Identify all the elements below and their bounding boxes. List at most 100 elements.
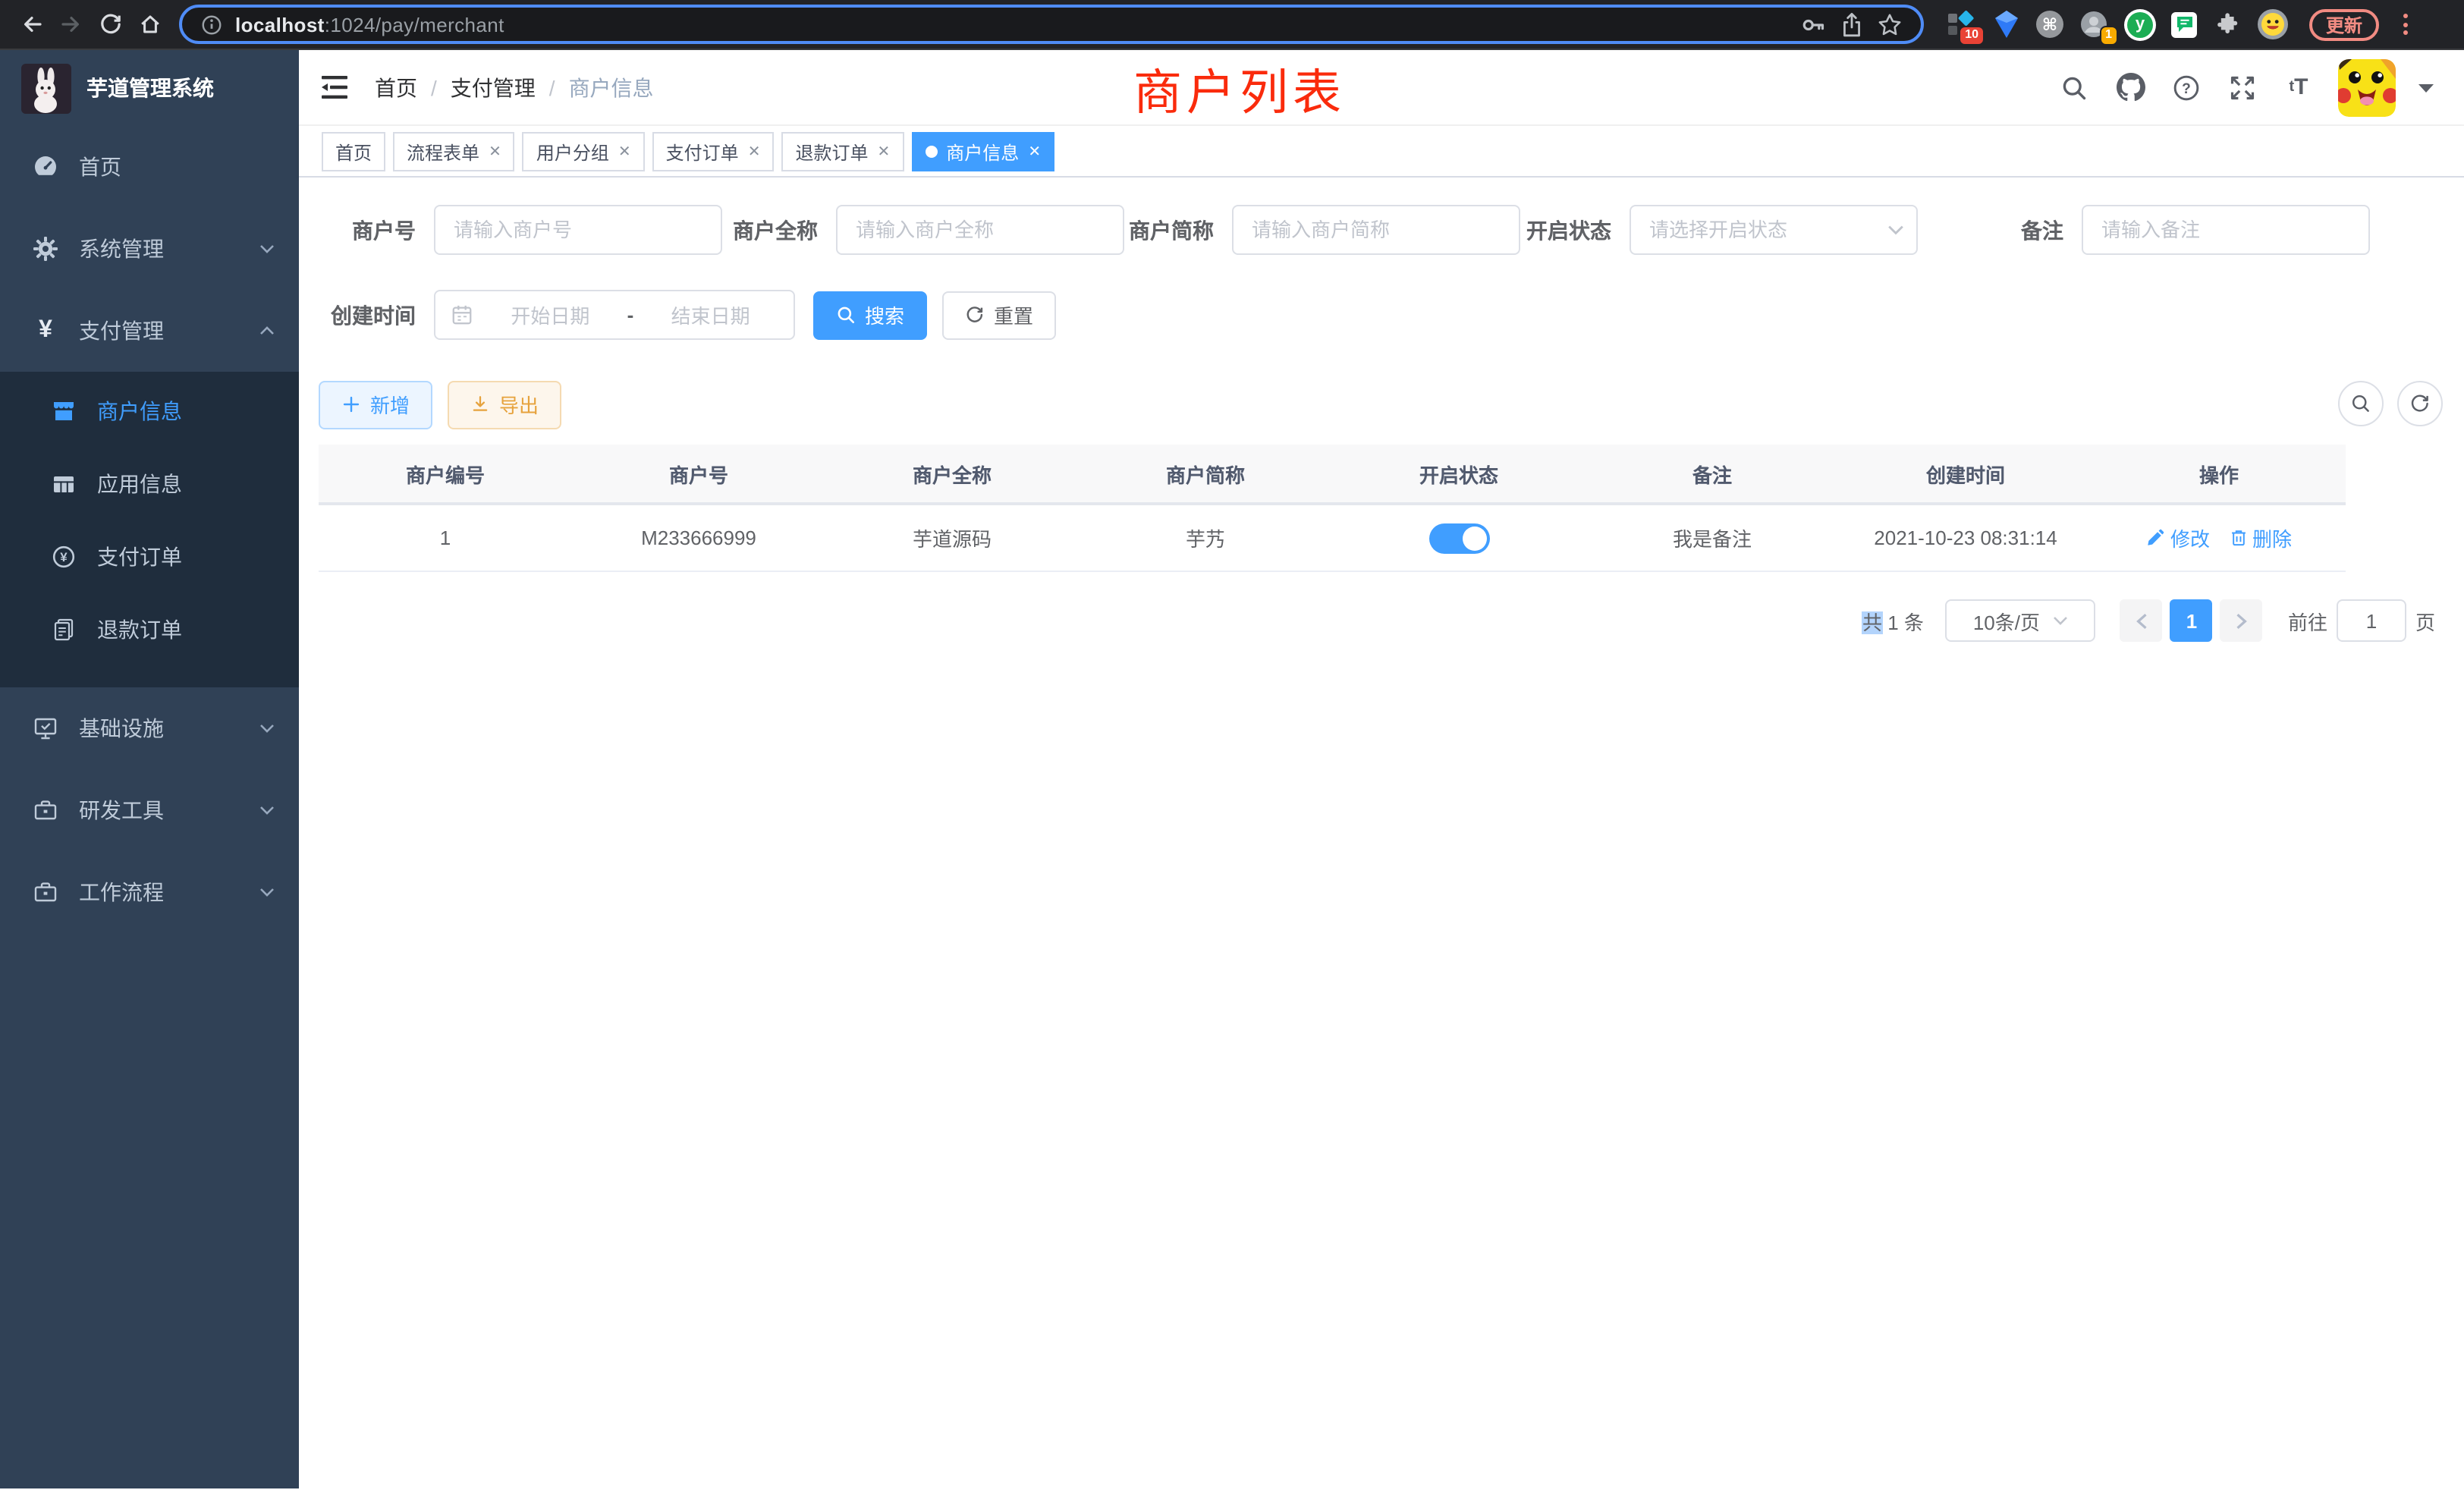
extension-command-icon[interactable]: ⌘	[2036, 11, 2063, 38]
sidebar-item-dev-tools[interactable]: 研发工具	[0, 769, 299, 851]
sidebar-item-refund-order[interactable]: 退款订单	[0, 593, 299, 666]
sidebar-item-pay-order[interactable]: ¥ 支付订单	[0, 520, 299, 593]
add-button[interactable]: 新增	[319, 380, 432, 429]
close-tab-icon[interactable]: ✕	[748, 143, 761, 160]
reset-button[interactable]: 重置	[942, 291, 1056, 339]
page-size-select[interactable]: 10条/页	[1945, 599, 2095, 642]
sidebar-item-pay[interactable]: ¥ 支付管理	[0, 290, 299, 372]
goto-page-input[interactable]	[2337, 599, 2406, 642]
tab-home[interactable]: 首页	[322, 132, 385, 171]
github-button[interactable]	[2114, 71, 2147, 104]
help-button[interactable]: ?	[2170, 71, 2203, 104]
cell-short-name: 芋艿	[1079, 523, 1332, 552]
tab-pay-order[interactable]: 支付订单✕	[652, 132, 775, 171]
extension-chat-icon[interactable]	[2171, 11, 2197, 37]
chevron-left-icon	[2135, 612, 2148, 629]
extension-emoji-avatar[interactable]	[2258, 9, 2288, 39]
extension-grid-icon[interactable]: 10	[1945, 9, 1975, 39]
browser-forward-button[interactable]	[52, 5, 91, 44]
svg-text:¥: ¥	[60, 550, 68, 564]
status-toggle[interactable]	[1428, 523, 1489, 553]
remark-input[interactable]	[2082, 205, 2370, 255]
page-number-button[interactable]: 1	[2170, 599, 2213, 642]
sidebar-item-system[interactable]: 系统管理	[0, 208, 299, 290]
share-icon[interactable]	[1839, 11, 1865, 37]
site-info-icon[interactable]	[200, 13, 223, 36]
export-button[interactable]: 导出	[448, 380, 561, 429]
bookmark-star-icon[interactable]	[1877, 11, 1903, 37]
edit-button[interactable]: 修改	[2146, 523, 2210, 552]
user-avatar[interactable]	[2338, 58, 2396, 116]
cell-remark: 我是备注	[1586, 523, 1839, 552]
merchant-table: 商户编号 商户号 商户全称 商户简称 开启状态 备注 创建时间 操作 1 M23…	[319, 445, 2346, 572]
yen-circle-icon: ¥	[52, 545, 76, 569]
short-name-label: 商户简称	[1112, 215, 1232, 245]
close-tab-icon[interactable]: ✕	[489, 143, 501, 160]
browser-back-button[interactable]	[12, 5, 52, 44]
browser-home-button[interactable]	[130, 5, 170, 44]
status-label: 开启状态	[1510, 215, 1630, 245]
header-search-button[interactable]	[2057, 71, 2091, 104]
close-tab-icon[interactable]: ✕	[1028, 143, 1041, 160]
tab-process-form[interactable]: 流程表单✕	[393, 132, 515, 171]
font-size-button[interactable]: tT	[2282, 71, 2315, 104]
merchant-no-label: 商户号	[341, 215, 434, 245]
prev-page-button[interactable]	[2120, 599, 2163, 642]
svg-text:?: ?	[2182, 80, 2191, 96]
fullscreen-icon	[2229, 74, 2256, 101]
breadcrumb-home[interactable]: 首页	[375, 72, 417, 102]
extension-gem-icon[interactable]	[1991, 9, 2021, 39]
select-chevron-icon	[1887, 222, 1904, 238]
sidebar-item-merchant-info[interactable]: 商户信息	[0, 375, 299, 448]
avatar-caret-icon[interactable]	[2418, 81, 2434, 93]
sidebar-item-workflow[interactable]: 工作流程	[0, 851, 299, 933]
extension-yudao-icon[interactable]: y	[2124, 8, 2156, 40]
search-icon	[2060, 74, 2088, 101]
tab-refund-order[interactable]: 退款订单✕	[781, 132, 904, 171]
top-navbar: 首页 / 支付管理 / 商户信息 ? tT	[299, 50, 2464, 126]
close-tab-icon[interactable]: ✕	[618, 143, 631, 160]
status-select[interactable]	[1630, 205, 1918, 255]
extension-profile-icon[interactable]: 1	[2079, 9, 2109, 39]
browser-reload-button[interactable]	[91, 5, 130, 44]
fullscreen-button[interactable]	[2226, 71, 2259, 104]
sidebar-item-home[interactable]: 首页	[0, 126, 299, 208]
close-tab-icon[interactable]: ✕	[878, 143, 891, 160]
show-search-toggle-button[interactable]	[2338, 381, 2384, 426]
logo-link[interactable]: 芋道管理系统	[0, 50, 299, 126]
calendar-icon	[451, 303, 473, 326]
collapse-sidebar-button[interactable]	[314, 68, 354, 107]
short-name-input[interactable]	[1232, 205, 1520, 255]
chevron-down-icon	[259, 721, 275, 736]
full-name-input[interactable]	[836, 205, 1124, 255]
extensions-puzzle-icon[interactable]	[2212, 9, 2242, 39]
next-page-button[interactable]	[2220, 599, 2263, 642]
page-unit-label: 页	[2415, 606, 2435, 635]
browser-menu-icon[interactable]	[2397, 14, 2414, 35]
gear-icon	[33, 237, 58, 261]
github-icon	[2116, 73, 2145, 102]
briefcase-icon	[33, 880, 58, 904]
start-date-input[interactable]: 开始日期	[482, 300, 618, 329]
breadcrumb-pay[interactable]: 支付管理	[451, 72, 536, 102]
refresh-table-button[interactable]	[2397, 381, 2443, 426]
end-date-input[interactable]: 结束日期	[643, 300, 778, 329]
delete-button[interactable]: 删除	[2228, 523, 2292, 552]
password-key-icon[interactable]	[1801, 11, 1827, 37]
plus-icon	[341, 395, 361, 414]
reload-icon	[99, 12, 123, 36]
tab-merchant-info[interactable]: 商户信息✕	[911, 132, 1054, 171]
tab-user-group[interactable]: 用户分组✕	[523, 132, 645, 171]
sidebar-item-infra[interactable]: 基础设施	[0, 687, 299, 769]
home-icon	[138, 12, 162, 36]
search-icon	[836, 305, 856, 325]
sidebar-item-app-info[interactable]: 应用信息	[0, 448, 299, 520]
create-time-range-picker[interactable]: 开始日期 - 结束日期	[434, 290, 795, 340]
breadcrumb-current: 商户信息	[569, 72, 654, 102]
url-bar[interactable]: localhost:1024/pay/merchant	[179, 5, 1924, 44]
browser-update-button[interactable]: 更新	[2309, 8, 2379, 40]
full-name-label: 商户全称	[713, 215, 836, 245]
search-button[interactable]: 搜索	[813, 291, 927, 339]
merchant-no-input[interactable]	[434, 205, 722, 255]
table-row: 1 M233666999 芋道源码 芋艿 我是备注 2021-10-23 08:…	[319, 505, 2346, 572]
